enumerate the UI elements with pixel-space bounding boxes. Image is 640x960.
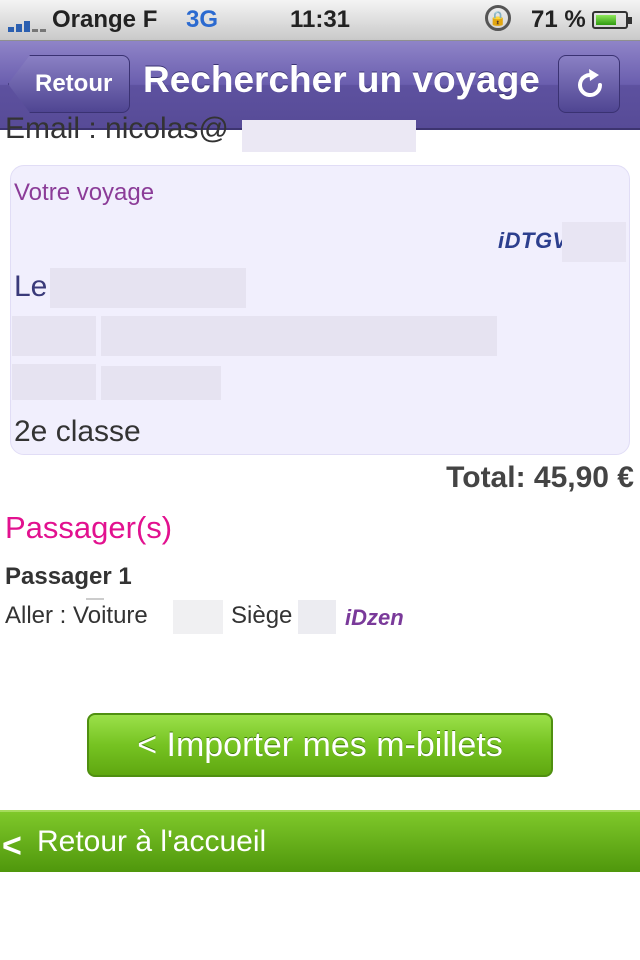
redacted-departure-time: [12, 316, 96, 356]
idzen-logo: iDzen: [345, 605, 404, 630]
aller-label: Aller: [5, 602, 54, 629]
travel-class: 2e classe: [14, 415, 141, 448]
trip-card: [10, 165, 630, 455]
redacted-date: [50, 268, 246, 308]
page-title: Rechercher un voyage: [143, 59, 540, 100]
total-price: Total: 45,90 €: [446, 461, 634, 494]
redacted-arrival-station: [101, 366, 221, 400]
battery-percent: 71 %: [531, 6, 586, 33]
chevron-left-icon: <: [2, 827, 22, 865]
siege-label: Siège: [231, 602, 293, 629]
email-line: Email : nicolas@: [5, 112, 229, 145]
import-m-billets-button[interactable]: < Importer mes m-billets: [87, 713, 553, 777]
date-prefix: Le: [14, 270, 48, 303]
refresh-button[interactable]: [558, 55, 620, 113]
redacted-departure-station: [101, 316, 497, 356]
trip-heading: Votre voyage: [14, 179, 155, 206]
redacted-coach-number: [173, 600, 223, 634]
voiture-label: Voiture: [73, 602, 148, 629]
refresh-icon: [578, 69, 603, 98]
idtgv-logo: iDTGV: [498, 228, 568, 253]
divider: [86, 598, 104, 600]
battery-icon: [592, 11, 632, 29]
passenger-name: Passager 1: [5, 563, 132, 590]
redacted-train-number: [562, 222, 626, 262]
rotation-lock-icon: 🔒: [485, 5, 511, 31]
passengers-heading: Passager(s): [5, 510, 173, 545]
redacted-arrival-time: [12, 364, 96, 400]
status-bar: Orange F 3G 11:31 🔒 71 %: [0, 0, 640, 41]
home-button[interactable]: Retour à l'accueil: [0, 810, 640, 872]
back-button[interactable]: Retour: [8, 55, 130, 113]
redacted-email: [242, 120, 416, 152]
redacted-seat-number: [298, 600, 336, 634]
passenger-outbound: Aller : Voiture: [5, 602, 148, 629]
